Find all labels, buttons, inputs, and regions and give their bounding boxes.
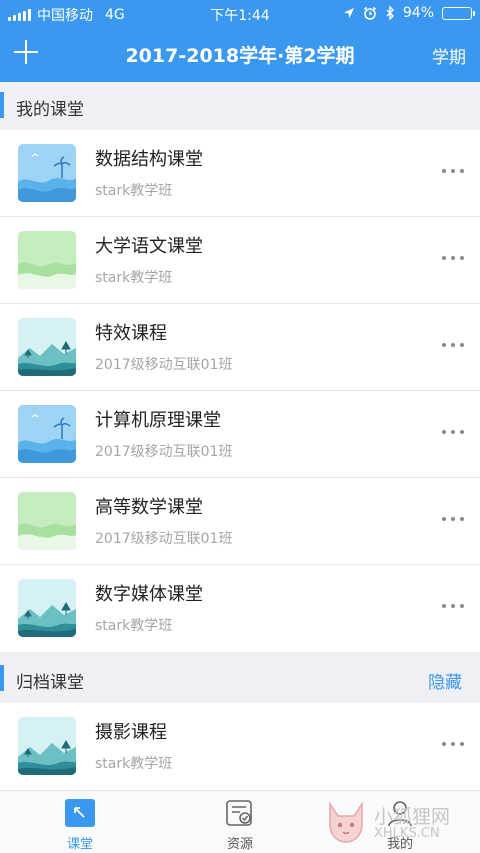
course-name: 摄影课程 [95, 722, 167, 743]
course-class: 2017级移动互联01班 [95, 531, 233, 547]
course-cover [18, 405, 76, 463]
my-course-list: 数据结构课堂 stark教学班 大学语文课堂 stark教学班 特效课程 201… [0, 130, 480, 652]
resource-icon [226, 800, 252, 826]
section-accent-bar [0, 92, 4, 118]
carrier-name: 中国移动 [37, 8, 93, 24]
course-item[interactable]: 计算机原理课堂 2017级移动互联01班 [0, 391, 480, 478]
archived-course-list: 摄影课程 stark教学班 [0, 703, 480, 790]
course-item[interactable]: 数字媒体课堂 stark教学班 [0, 565, 480, 652]
course-class: stark教学班 [95, 618, 173, 634]
section-my-classes: 我的课堂 [0, 82, 480, 130]
section-archived-classes: 归档课堂 隐藏 [0, 655, 480, 703]
tab-profile[interactable]: 我的 [340, 791, 460, 853]
bluetooth-icon [386, 6, 394, 20]
profile-icon [388, 801, 412, 827]
status-right: 94% [343, 5, 475, 21]
course-cover [18, 144, 76, 202]
tab-classroom[interactable]: 课堂 [20, 791, 140, 853]
battery-icon [442, 6, 475, 20]
network-type: 4G [105, 7, 125, 23]
course-item[interactable]: 高等数学课堂 2017级移动互联01班 [0, 478, 480, 565]
more-icon[interactable] [440, 425, 466, 439]
course-class: 2017级移动互联01班 [95, 357, 233, 373]
course-class: stark教学班 [95, 756, 173, 772]
course-cover [18, 492, 76, 550]
course-name: 计算机原理课堂 [95, 410, 221, 431]
tab-label: 资源 [226, 837, 253, 852]
alarm-icon [363, 6, 376, 20]
classroom-icon [65, 799, 95, 827]
section-title: 归档课堂 [16, 673, 84, 693]
more-icon[interactable] [440, 512, 466, 526]
status-bar: 中国移动 4G 下午1:44 94% [0, 0, 480, 28]
page-title: 2017-2018学年·第2学期 [125, 45, 355, 67]
status-left: 中国移动 4G [8, 5, 125, 25]
more-icon[interactable] [440, 737, 466, 751]
section-title: 我的课堂 [16, 100, 84, 120]
course-class: stark教学班 [95, 183, 173, 199]
course-name: 数据结构课堂 [95, 149, 203, 170]
course-cover [18, 318, 76, 376]
battery-percent: 94% [402, 5, 434, 21]
tab-bar: 课堂 资源 我的 [0, 790, 480, 853]
nav-bar: 2017-2018学年·第2学期 学期 [0, 28, 480, 82]
course-cover [18, 579, 76, 637]
tab-resources[interactable]: 资源 [180, 791, 300, 853]
more-icon[interactable] [440, 599, 466, 613]
more-icon[interactable] [440, 251, 466, 265]
course-class: 2017级移动互联01班 [95, 444, 233, 460]
course-cover [18, 717, 76, 775]
course-item[interactable]: 摄影课程 stark教学班 [0, 703, 480, 790]
tab-label: 课堂 [66, 837, 93, 852]
tab-label: 我的 [386, 837, 413, 852]
semester-button[interactable]: 学期 [432, 43, 466, 68]
more-icon[interactable] [440, 164, 466, 178]
plus-icon[interactable] [12, 38, 40, 66]
more-icon[interactable] [440, 338, 466, 352]
course-name: 特效课程 [95, 323, 167, 344]
course-class: stark教学班 [95, 270, 173, 286]
course-name: 数字媒体课堂 [95, 584, 203, 605]
course-name: 高等数学课堂 [95, 497, 203, 518]
course-item[interactable]: 特效课程 2017级移动互联01班 [0, 304, 480, 391]
course-item[interactable]: 数据结构课堂 stark教学班 [0, 130, 480, 217]
signal-icon [8, 9, 31, 21]
course-cover [18, 231, 76, 289]
section-accent-bar [0, 665, 4, 691]
course-item[interactable]: 大学语文课堂 stark教学班 [0, 217, 480, 304]
location-icon [343, 8, 354, 18]
hide-button[interactable]: 隐藏 [428, 668, 462, 693]
course-name: 大学语文课堂 [95, 236, 203, 257]
